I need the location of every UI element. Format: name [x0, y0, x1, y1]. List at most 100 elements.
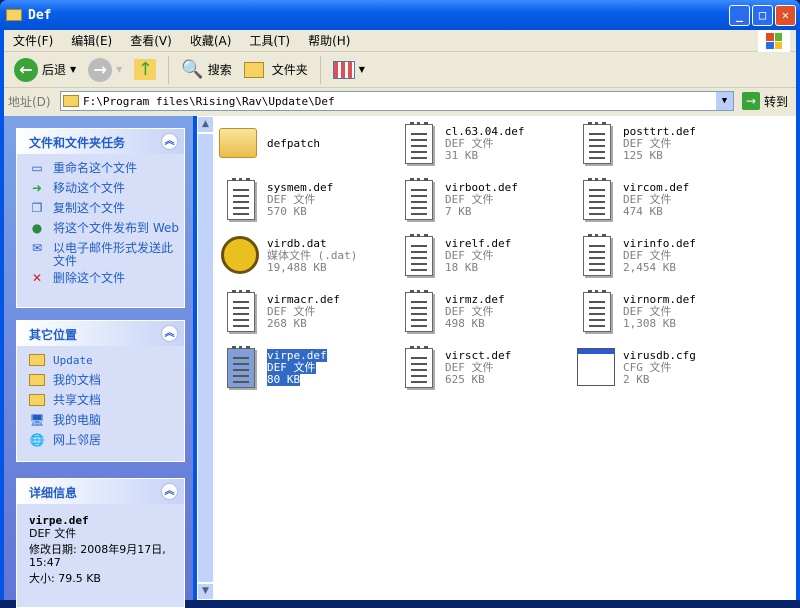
maximize-button[interactable]: □	[752, 5, 773, 26]
my-documents-icon	[29, 374, 45, 386]
scroll-up-button[interactable]: ▲	[197, 116, 214, 133]
file-item[interactable]: virpe.def DEF 文件 80 KB	[217, 346, 395, 402]
folder-icon	[6, 9, 22, 21]
file-item[interactable]: virdb.dat 媒体文件 (.dat) 19,488 KB	[217, 234, 395, 290]
file-item[interactable]: virboot.def DEF 文件 7 KB	[395, 178, 573, 234]
config-file-icon	[577, 348, 615, 386]
folder-icon	[219, 128, 257, 158]
folder-icon	[29, 354, 45, 366]
file-item[interactable]: virinfo.def DEF 文件 2,454 KB	[573, 234, 751, 290]
place-shared-documents[interactable]: 共享文档	[17, 392, 184, 412]
menu-favorites[interactable]: 收藏(A)	[181, 32, 241, 49]
back-button[interactable]: ← 后退 ▼	[10, 56, 80, 84]
title-bar: Def _ □ ✕	[0, 0, 800, 30]
shared-folder-icon	[29, 394, 45, 406]
menu-edit[interactable]: 编辑(E)	[62, 32, 121, 49]
file-item[interactable]: virusdb.cfg CFG 文件 2 KB	[573, 346, 751, 402]
document-icon	[227, 178, 255, 220]
up-folder-icon: ↑	[134, 59, 157, 80]
task-label: 移动这个文件	[53, 181, 126, 195]
close-button[interactable]: ✕	[775, 5, 796, 26]
panel-title: 其它位置	[29, 328, 78, 342]
task-publish-web[interactable]: ● 将这个文件发布到 Web	[17, 220, 184, 240]
menu-file[interactable]: 文件(F)	[4, 32, 62, 49]
file-size: 498 KB	[445, 317, 485, 330]
scroll-thumb[interactable]	[197, 133, 214, 583]
menu-tools[interactable]: 工具(T)	[240, 32, 299, 49]
task-copy[interactable]: ❐ 复制这个文件	[17, 200, 184, 220]
file-tasks-panel: 文件和文件夹任务 ︽ ▭ 重命名这个文件 ➜ 移动这个文件 ❐ 复制这个文件 ● 将这个文…	[16, 128, 185, 308]
file-item[interactable]: virnorm.def DEF 文件 1,308 KB	[573, 290, 751, 346]
place-network[interactable]: 🌐 网上邻居	[17, 432, 184, 452]
email-icon: ✉	[31, 241, 43, 255]
file-size: 125 KB	[623, 149, 663, 162]
windows-logo-icon	[758, 30, 790, 52]
window-title: Def	[28, 7, 52, 23]
document-icon	[405, 234, 433, 276]
toolbar: ← 后退 ▼ → ▼ ↑ 🔍 搜索 文件夹 ▼	[4, 52, 796, 88]
place-my-documents[interactable]: 我的文档	[17, 372, 184, 392]
views-button[interactable]: ▼	[329, 59, 369, 81]
menu-view[interactable]: 查看(V)	[121, 32, 181, 49]
folders-button[interactable]: 文件夹	[240, 59, 312, 80]
file-item[interactable]: vircom.def DEF 文件 474 KB	[573, 178, 751, 234]
file-item[interactable]: virsct.def DEF 文件 625 KB	[395, 346, 573, 402]
globe-icon: ●	[31, 221, 43, 235]
place-my-computer[interactable]: 🖥 我的电脑	[17, 412, 184, 432]
file-item[interactable]: defpatch	[217, 122, 395, 178]
place-update[interactable]: Update	[17, 352, 184, 372]
file-size: 2 KB	[623, 373, 650, 386]
forward-button[interactable]: → ▼	[84, 56, 126, 84]
details-panel: 详细信息 ︽ virpe.def DEF 文件 修改日期: 2008年9月17日,…	[16, 478, 185, 608]
file-size: 80 KB	[267, 373, 301, 386]
computer-icon: 🖥	[29, 413, 45, 427]
task-move[interactable]: ➜ 移动这个文件	[17, 180, 184, 200]
document-icon	[405, 290, 433, 332]
collapse-icon[interactable]: ︽	[161, 133, 178, 150]
detail-modified: 修改日期: 2008年9月17日, 15:47	[29, 543, 166, 569]
scroll-down-button[interactable]: ▼	[197, 583, 214, 600]
explorer-window: Def _ □ ✕ 文件(F) 编辑(E) 查看(V) 收藏(A) 工具(T) …	[0, 0, 800, 608]
menu-bar: 文件(F) 编辑(E) 查看(V) 收藏(A) 工具(T) 帮助(H)	[4, 30, 796, 52]
collapse-icon[interactable]: ︽	[161, 483, 178, 500]
go-label: 转到	[763, 94, 788, 109]
rename-icon: ▭	[31, 161, 43, 175]
search-button[interactable]: 🔍 搜索	[177, 57, 235, 82]
vertical-scrollbar[interactable]: ▲ ▼	[197, 116, 214, 600]
address-input[interactable]: F:\Program files\Rising\Rav\Update\Def ▼	[60, 91, 734, 111]
search-icon: 🔍	[181, 59, 204, 80]
task-delete[interactable]: ✕ 删除这个文件	[17, 270, 184, 290]
file-item[interactable]: virmz.def DEF 文件 498 KB	[395, 290, 573, 346]
address-dropdown[interactable]: ▼	[715, 92, 733, 110]
detail-size: 大小: 79.5 KB	[29, 572, 101, 585]
place-label: Update	[53, 354, 93, 367]
go-arrow-icon: →	[741, 92, 760, 110]
file-item[interactable]: virmacr.def DEF 文件 268 KB	[217, 290, 395, 346]
task-rename[interactable]: ▭ 重命名这个文件	[17, 160, 184, 180]
task-email[interactable]: ✉ 以电子邮件形式发送此文件	[17, 240, 184, 270]
place-label: 共享文档	[53, 393, 102, 407]
up-folder-button[interactable]: ↑	[130, 57, 160, 82]
collapse-icon[interactable]: ︽	[161, 325, 178, 342]
panel-title: 详细信息	[29, 486, 78, 500]
file-item[interactable]: cl.63.04.def DEF 文件 31 KB	[395, 122, 573, 178]
file-item[interactable]: sysmem.def DEF 文件 570 KB	[217, 178, 395, 234]
panel-title: 文件和文件夹任务	[29, 136, 126, 150]
copy-icon: ❐	[31, 201, 43, 215]
file-item[interactable]: posttrt.def DEF 文件 125 KB	[573, 122, 751, 178]
minimize-button[interactable]: _	[729, 5, 750, 26]
task-label: 以电子邮件形式发送此文件	[53, 241, 174, 268]
dropdown-icon[interactable]: ▼	[70, 65, 76, 74]
detail-name: virpe.def	[29, 514, 89, 527]
network-icon: 🌐	[29, 433, 45, 447]
document-icon	[583, 234, 611, 276]
views-icon	[332, 60, 355, 79]
go-button[interactable]: → 转到	[734, 92, 796, 110]
document-icon	[405, 122, 433, 164]
search-label: 搜索	[207, 63, 232, 77]
file-size: 625 KB	[445, 373, 485, 386]
file-size: 268 KB	[267, 317, 307, 330]
file-item[interactable]: virelf.def DEF 文件 18 KB	[395, 234, 573, 290]
menu-help[interactable]: 帮助(H)	[299, 32, 359, 49]
task-label: 复制这个文件	[53, 201, 126, 215]
